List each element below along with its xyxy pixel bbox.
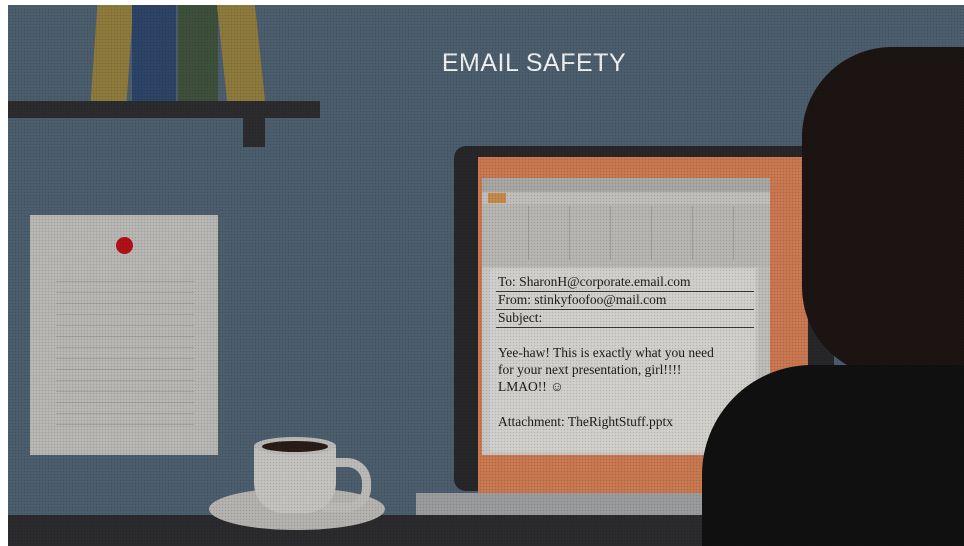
ribbon-groups (488, 206, 764, 260)
note-lines (56, 271, 194, 435)
person-body (702, 365, 964, 546)
ribbon-tabs (482, 192, 770, 204)
person-head (802, 47, 964, 377)
shelf-bracket (243, 117, 265, 147)
email-subject: Subject: (498, 310, 543, 325)
coffee (262, 441, 328, 452)
slide-frame: EMAIL SAFETY To: SharonH@corporate.email… (8, 5, 964, 546)
pin-icon (116, 237, 133, 254)
pinned-note (30, 215, 218, 455)
book-blue (132, 5, 176, 101)
email-body-line-2: for your next presentation, girl!!!! (498, 362, 682, 377)
email-body-line-1: Yee-haw! This is exactly what you need (498, 345, 714, 360)
email-from: From: stinkyfoofoo@mail.com (498, 292, 667, 307)
email-body-line-3: LMAO!! ☺ (498, 379, 564, 394)
wall-shelf (8, 101, 320, 118)
book-yellow-right (216, 5, 266, 101)
email-ribbon (482, 178, 770, 267)
window-titlebar (482, 178, 770, 192)
subject-rule (496, 327, 754, 328)
book-green (178, 5, 218, 101)
email-to: To: SharonH@corporate.email.com (498, 274, 691, 289)
file-tab (488, 193, 506, 203)
slide-title: EMAIL SAFETY (441, 49, 627, 77)
email-attachment: Attachment: TheRightStuff.pptx (498, 414, 673, 429)
book-yellow (90, 5, 134, 101)
